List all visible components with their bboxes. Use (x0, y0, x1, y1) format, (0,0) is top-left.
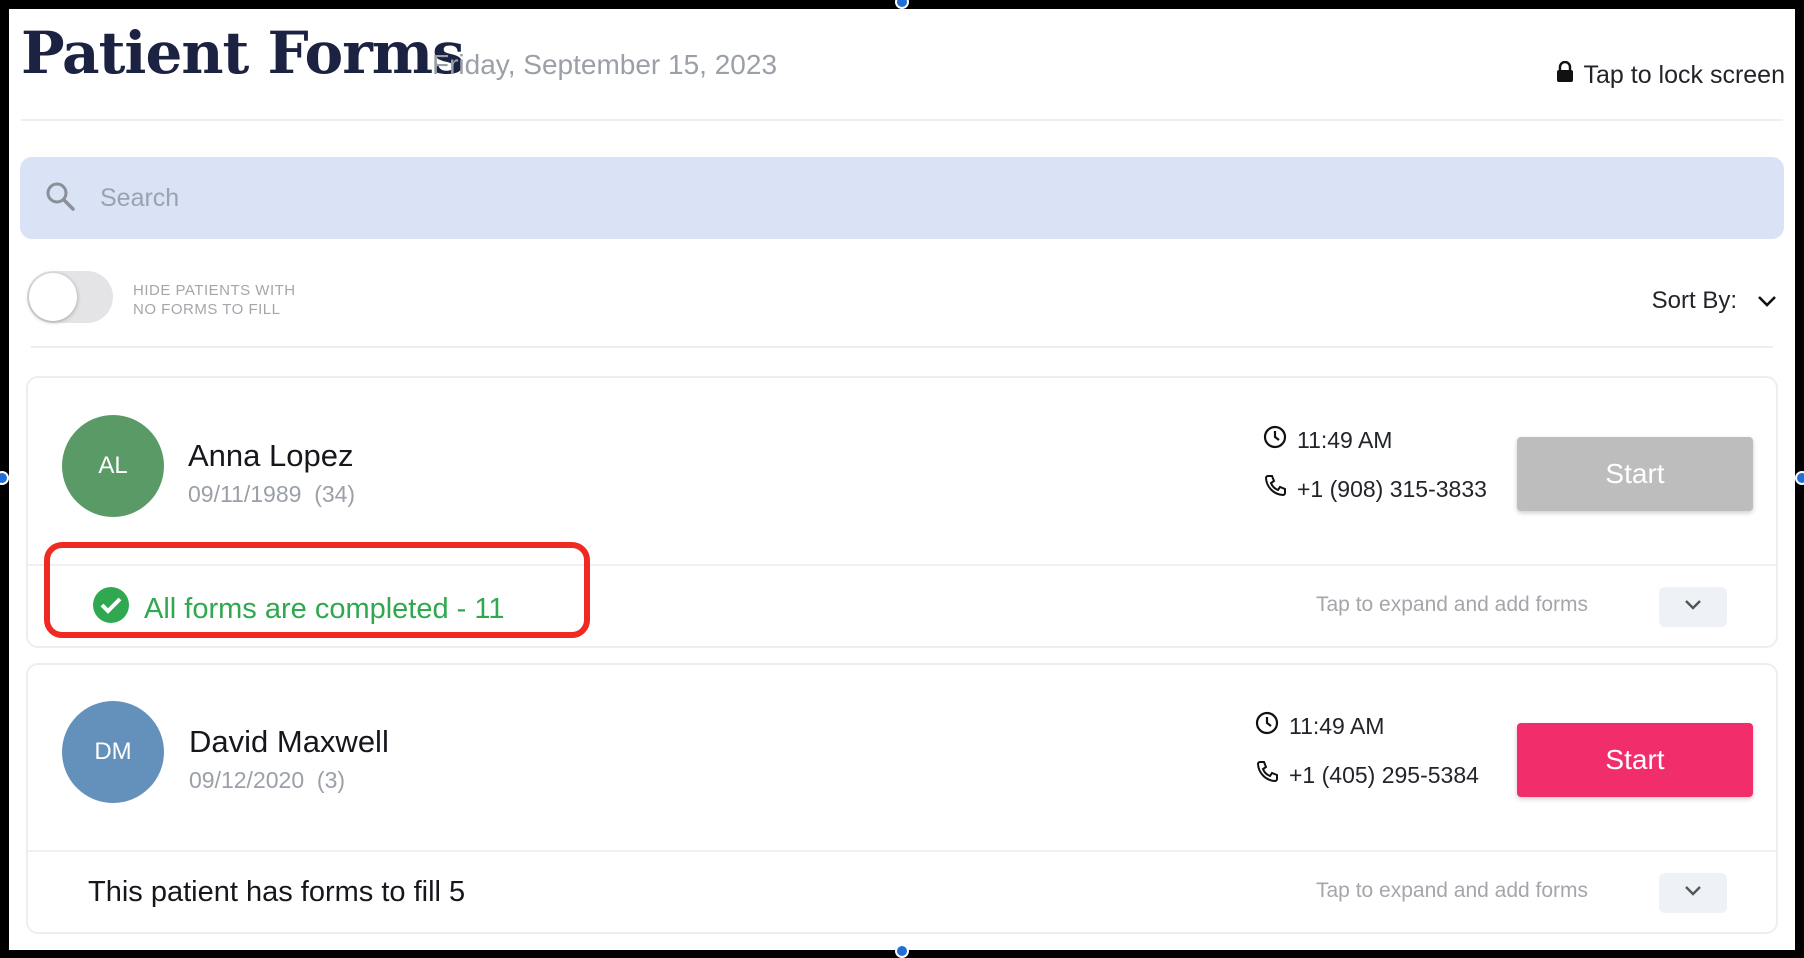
forms-status: All forms are completed - 11 (92, 586, 505, 632)
current-date: Friday, September 15, 2023 (432, 49, 778, 80)
page-title: Patient Forms (21, 19, 465, 87)
expand-forms-button[interactable] (1659, 873, 1727, 913)
clock-icon (1255, 711, 1279, 741)
appointment-time: 11:49 AM (1255, 711, 1384, 741)
resize-handle-top[interactable] (895, 0, 909, 9)
expand-hint: Tap to expand and add forms (1316, 593, 1589, 616)
patient-dob: 09/11/1989 (34) (188, 481, 356, 507)
toggle-knob (29, 273, 77, 321)
expand-hint: Tap to expand and add forms (1316, 879, 1589, 902)
chevron-down-icon (1684, 598, 1702, 616)
card-divider (28, 850, 1776, 852)
patient-name: Anna Lopez (188, 438, 354, 473)
search-icon (44, 180, 76, 217)
avatar: AL (62, 415, 164, 517)
phone-icon (1255, 760, 1279, 790)
app-frame: Patient Forms Friday, September 15, 2023… (9, 9, 1795, 950)
patient-card[interactable]: AL Anna Lopez 09/11/1989 (34) 11:49 AM +… (26, 376, 1778, 648)
lock-screen-label: Tap to lock screen (1583, 61, 1786, 89)
card-divider (28, 564, 1776, 566)
start-button[interactable]: Start (1517, 723, 1753, 797)
avatar: DM (62, 701, 164, 803)
hide-patients-label: HIDE PATIENTS WITH NO FORMS TO FILL (133, 282, 296, 318)
expand-forms-button[interactable] (1659, 587, 1727, 627)
chevron-down-icon (1757, 287, 1777, 315)
patient-name: David Maxwell (189, 724, 389, 759)
sort-by-label: Sort By: (1651, 287, 1737, 314)
filter-divider (31, 346, 1773, 348)
lock-screen-button[interactable]: Tap to lock screen (1556, 60, 1786, 90)
clock-icon (1263, 425, 1287, 455)
chevron-down-icon (1684, 884, 1702, 902)
resize-handle-left[interactable] (0, 471, 9, 485)
lock-icon (1556, 60, 1574, 90)
patient-card[interactable]: DM David Maxwell 09/12/2020 (3) 11:49 AM… (26, 663, 1778, 934)
check-circle-icon (92, 586, 130, 632)
header-divider (21, 119, 1783, 121)
forms-status: This patient has forms to fill 5 (88, 876, 466, 908)
appointment-time: 11:49 AM (1263, 425, 1392, 455)
search-bar[interactable] (20, 157, 1784, 239)
patient-dob: 09/12/2020 (3) (189, 767, 346, 793)
resize-handle-right[interactable] (1795, 471, 1804, 485)
search-input[interactable] (98, 182, 1602, 214)
hide-patients-toggle[interactable] (27, 271, 113, 323)
patient-phone[interactable]: +1 (908) 315-3833 (1263, 474, 1487, 504)
sort-by-dropdown[interactable]: Sort By: (1652, 287, 1777, 315)
phone-icon (1263, 474, 1287, 504)
start-button[interactable]: Start (1517, 437, 1753, 511)
patient-phone[interactable]: +1 (405) 295-5384 (1255, 760, 1479, 790)
